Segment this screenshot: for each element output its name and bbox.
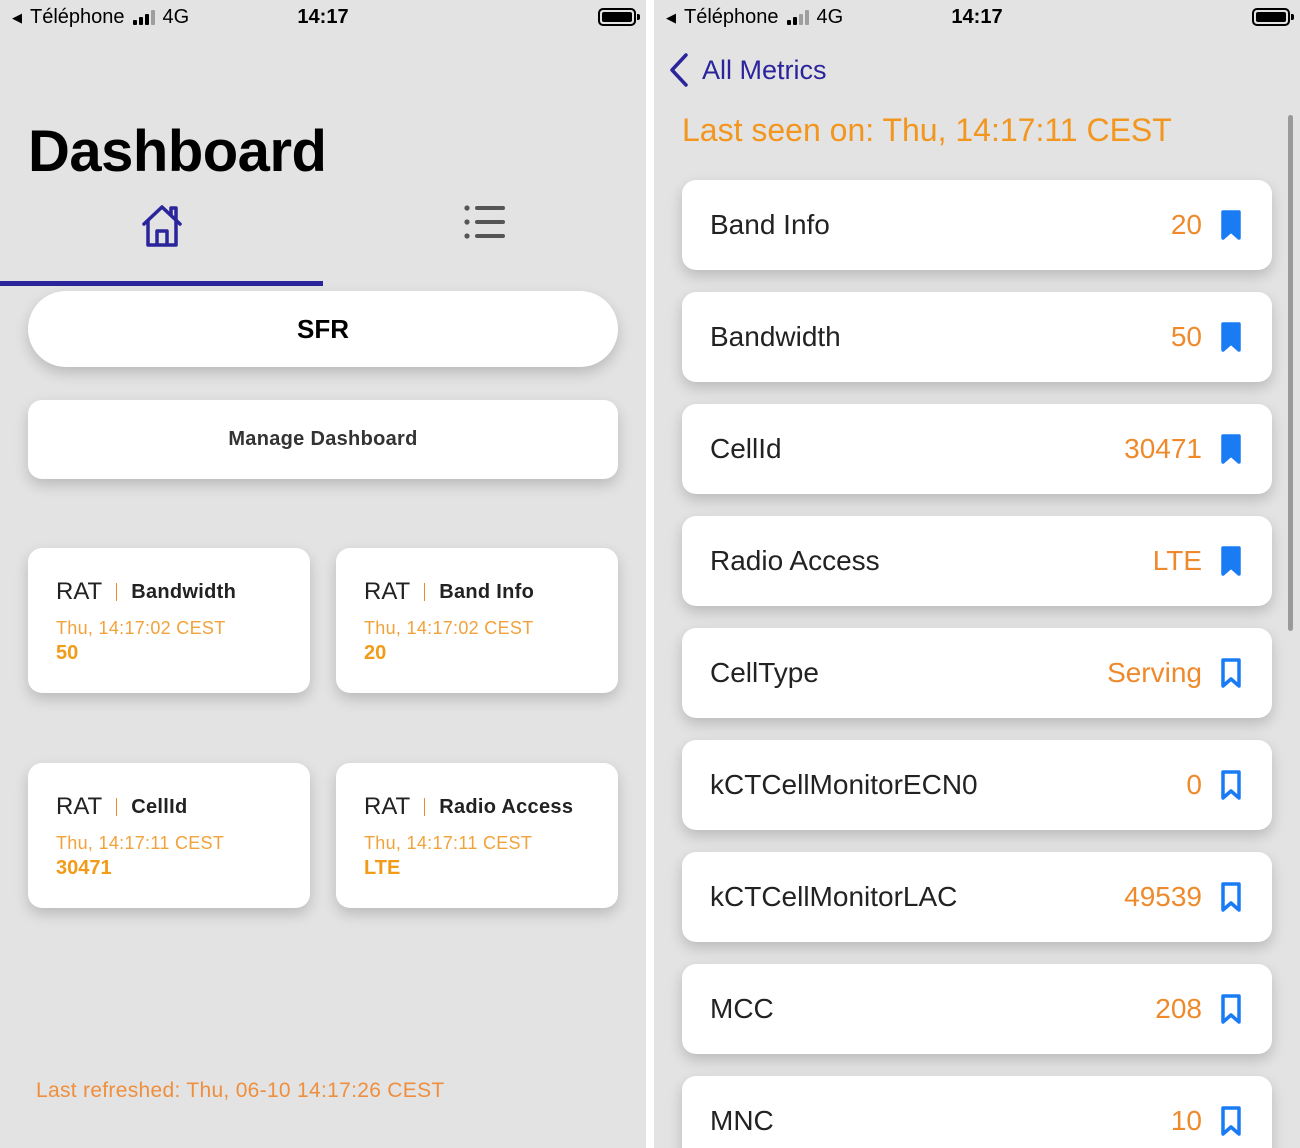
- manage-dashboard-button[interactable]: Manage Dashboard: [28, 400, 618, 479]
- chevron-left-icon: [670, 53, 688, 87]
- metric-row-right: 49539: [1124, 852, 1242, 942]
- status-bar: ◀ Téléphone 4G 14:17: [654, 0, 1300, 36]
- bookmark-icon[interactable]: [1220, 657, 1242, 689]
- scrollbar[interactable]: [1288, 115, 1293, 631]
- metric-card-value: 50: [56, 642, 79, 664]
- metric-row-right: 30471: [1124, 404, 1242, 494]
- metric-card-divider: [424, 798, 426, 816]
- metric-card-divider: [116, 583, 118, 601]
- metric-card-divider: [424, 583, 426, 601]
- metric-card-name: Band Info: [439, 580, 535, 603]
- metric-row-right: 0: [1186, 740, 1242, 830]
- bookmark-icon[interactable]: [1220, 993, 1242, 1025]
- metric-card-value: 30471: [56, 857, 112, 879]
- metric-row[interactable]: CellId 30471: [682, 404, 1272, 494]
- operator-selector[interactable]: SFR: [28, 291, 618, 367]
- tab-home[interactable]: [0, 196, 323, 286]
- metric-row[interactable]: Radio Access LTE: [682, 516, 1272, 606]
- metric-card-divider: [116, 798, 118, 816]
- metric-row-right: 50: [1171, 292, 1242, 382]
- metric-row-label: CellType: [710, 657, 819, 688]
- bookmark-filled-icon[interactable]: [1220, 433, 1242, 465]
- page-title: Dashboard: [28, 119, 327, 184]
- metric-row-value: 10: [1170, 1105, 1202, 1136]
- metric-row-right: 208: [1155, 964, 1242, 1054]
- list-icon: [463, 205, 505, 239]
- dashboard-screen: ◀ Téléphone 4G 14:17 Dashboard SFR Manag…: [0, 0, 646, 1148]
- metric-row-right: 10: [1171, 1076, 1242, 1148]
- metric-row[interactable]: kCTCellMonitorECN0 0: [682, 740, 1272, 830]
- battery-icon: [1252, 8, 1294, 26]
- metric-card-header: RAT Bandwidth: [56, 578, 236, 606]
- status-time: 14:17: [297, 6, 349, 28]
- metric-row-label: Radio Access: [710, 545, 880, 576]
- metrics-screen: ◀ Téléphone 4G 14:17 All Metrics Last se…: [654, 0, 1300, 1148]
- back-button[interactable]: All Metrics: [668, 52, 827, 88]
- metric-card-prefix: RAT: [56, 793, 103, 820]
- tab-list[interactable]: [323, 196, 646, 286]
- home-icon: [141, 205, 182, 247]
- metric-row-right: Serving: [1107, 628, 1242, 718]
- metric-row[interactable]: MNC 10: [682, 1076, 1272, 1148]
- metric-card-timestamp: Thu, 14:17:11 CEST: [56, 833, 225, 853]
- bookmark-filled-icon[interactable]: [1220, 321, 1242, 353]
- metric-row-label: Band Info: [710, 209, 830, 240]
- battery-icon: [598, 8, 640, 26]
- last-refreshed-label: Last refreshed: Thu, 06-10 14:17:26 CEST: [36, 1079, 445, 1102]
- metric-row-label: MCC: [710, 993, 774, 1024]
- metric-row-right: 20: [1171, 180, 1242, 270]
- metric-row-value: 0: [1186, 769, 1202, 800]
- bookmark-icon[interactable]: [1220, 769, 1242, 801]
- metric-card-prefix: RAT: [364, 578, 411, 605]
- metric-card-value: 20: [364, 642, 387, 664]
- metric-row-label: kCTCellMonitorECN0: [710, 769, 978, 800]
- metric-card-prefix: RAT: [364, 793, 411, 820]
- metric-card-timestamp: Thu, 14:17:02 CEST: [56, 618, 226, 638]
- metric-row-label: kCTCellMonitorLAC: [710, 881, 958, 912]
- metric-row-value: 50: [1170, 321, 1202, 352]
- metric-card-header: RAT CellId: [56, 793, 187, 821]
- metric-card-radio-access[interactable]: RAT Radio Access Thu, 14:17:11 CEST LTE: [336, 763, 618, 908]
- metric-card-cellid[interactable]: RAT CellId Thu, 14:17:11 CEST 30471: [28, 763, 310, 908]
- metric-row[interactable]: Bandwidth 50: [682, 292, 1272, 382]
- tab-selection-indicator: [0, 281, 323, 286]
- metric-row-value: 49539: [1124, 881, 1202, 912]
- metric-card-value: LTE: [364, 857, 401, 879]
- metric-row-right: LTE: [1153, 516, 1242, 606]
- metric-row[interactable]: Band Info 20: [682, 180, 1272, 270]
- metric-card-header: RAT Radio Access: [364, 793, 573, 821]
- metric-row-label: Bandwidth: [710, 321, 841, 352]
- metric-row-label: CellId: [710, 433, 782, 464]
- bookmark-filled-icon[interactable]: [1220, 545, 1242, 577]
- metric-card-name: CellId: [131, 795, 188, 818]
- status-bar: ◀ Téléphone 4G 14:17: [0, 0, 646, 36]
- back-label: All Metrics: [702, 54, 827, 85]
- metric-row[interactable]: MCC 208: [682, 964, 1272, 1054]
- metric-card-timestamp: Thu, 14:17:02 CEST: [364, 618, 534, 638]
- metric-card-header: RAT Band Info: [364, 578, 534, 606]
- metric-row-value: Serving: [1107, 657, 1202, 688]
- metric-row[interactable]: CellType Serving: [682, 628, 1272, 718]
- metric-card-bandwidth[interactable]: RAT Bandwidth Thu, 14:17:02 CEST 50: [28, 548, 310, 693]
- metric-card-timestamp: Thu, 14:17:11 CEST: [364, 833, 533, 853]
- metric-card-name: Bandwidth: [131, 580, 237, 603]
- metric-row-label: MNC: [710, 1105, 774, 1136]
- metric-row[interactable]: kCTCellMonitorLAC 49539: [682, 852, 1272, 942]
- metric-card-prefix: RAT: [56, 578, 103, 605]
- status-time: 14:17: [951, 6, 1003, 28]
- metric-row-value: 30471: [1124, 433, 1202, 464]
- bookmark-icon[interactable]: [1220, 1105, 1242, 1137]
- metric-card-band-info[interactable]: RAT Band Info Thu, 14:17:02 CEST 20: [336, 548, 618, 693]
- bookmark-icon[interactable]: [1220, 881, 1242, 913]
- metric-row-value: 20: [1170, 209, 1202, 240]
- metric-card-name: Radio Access: [439, 795, 574, 818]
- metric-row-value: LTE: [1152, 545, 1202, 576]
- tab-bar: [0, 196, 646, 286]
- metric-row-value: 208: [1155, 993, 1202, 1024]
- bookmark-filled-icon[interactable]: [1220, 209, 1242, 241]
- last-seen-label: Last seen on: Thu, 14:17:11 CEST: [682, 112, 1172, 148]
